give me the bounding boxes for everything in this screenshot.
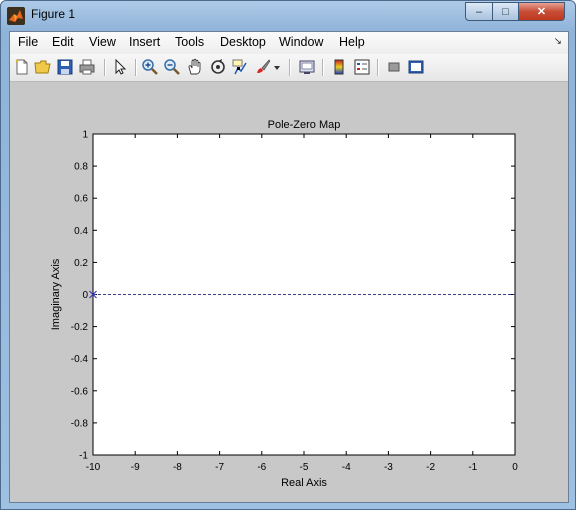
window-title: Figure 1 [31,7,76,21]
menu-tools[interactable]: Tools [175,35,204,49]
y-tick-label: -0.4 [71,354,89,365]
maximize-button[interactable]: □ [492,2,519,21]
y-tick-label: 0.6 [74,194,88,205]
x-tick-label: -9 [131,462,140,473]
insert-legend-icon[interactable] [353,58,371,76]
y-tick-label: 0.2 [74,258,88,269]
x-tick-label: -1 [468,462,477,473]
insert-colorbar-icon[interactable] [330,58,348,76]
x-tick-label: -7 [215,462,224,473]
toolbar-separator [104,59,106,76]
minimize-icon: – [475,5,483,18]
menu-bar: File Edit View Insert Tools Desktop Wind… [10,32,568,54]
open-file-icon[interactable] [34,58,52,76]
x-tick-label: -2 [426,462,435,473]
matlab-logo-icon [7,7,25,25]
brush-icon[interactable] [254,58,272,76]
toolbar-separator [135,59,137,76]
close-icon: ✕ [536,6,547,18]
menu-window[interactable]: Window [279,35,323,49]
x-tick-label: -3 [384,462,393,473]
rotate-3d-icon[interactable] [209,58,227,76]
toolbar-separator [289,59,291,76]
show-plot-tools-icon[interactable] [407,58,425,76]
y-axis-label: Imaginary Axis [50,258,62,330]
menu-view[interactable]: View [89,35,116,49]
y-tick-label: -0.6 [71,386,89,397]
y-tick-label: -0.2 [71,322,89,333]
y-tick-label: 1 [82,130,88,141]
pan-hand-icon[interactable] [186,58,204,76]
y-tick-label: -0.8 [71,418,89,429]
x-tick-label: 0 [512,462,518,473]
menu-file[interactable]: File [18,35,38,49]
minimize-button[interactable]: – [465,2,493,21]
y-tick-label: 0 [82,290,88,301]
new-figure-icon[interactable] [13,58,31,76]
x-tick-label: -10 [86,462,101,473]
x-tick-label: -5 [300,462,309,473]
menu-insert[interactable]: Insert [129,35,160,49]
y-tick-label: -1 [79,451,88,462]
close-button[interactable]: ✕ [518,2,565,21]
brush-dropdown-icon[interactable] [273,58,281,76]
pole-zero-chart[interactable]: Pole-Zero MapReal AxisImaginary Axis-10-… [10,82,568,502]
x-tick-label: -6 [257,462,266,473]
chart-title: Pole-Zero Map [268,119,341,131]
figure-window: Figure 1 – □ ✕ File Edit View Insert Too… [0,0,576,510]
pointer-icon[interactable] [111,58,129,76]
x-tick-label: -4 [342,462,351,473]
figure-client-area: File Edit View Insert Tools Desktop Wind… [9,31,569,503]
title-bar[interactable]: Figure 1 – □ ✕ [1,1,575,29]
toolbar-separator [377,59,379,76]
link-plot-icon[interactable] [298,58,316,76]
x-axis-label: Real Axis [281,477,327,489]
maximize-icon: □ [502,5,509,18]
x-tick-label: -8 [173,462,182,473]
menu-desktop[interactable]: Desktop [220,35,266,49]
zoom-out-icon[interactable] [163,58,181,76]
data-cursor-icon[interactable] [231,58,249,76]
y-tick-label: 0.8 [74,162,88,173]
figure-canvas: Pole-Zero Map Real Axis Imaginary Axis -10-… [10,82,568,502]
menu-help[interactable]: Help [339,35,365,49]
menu-overflow-icon[interactable]: ↘ [554,36,562,47]
save-icon[interactable] [56,58,74,76]
toolbar-separator [322,59,324,76]
hide-plot-tools-icon[interactable] [385,58,403,76]
y-tick-label: 0.4 [74,226,88,237]
zoom-in-icon[interactable] [141,58,159,76]
print-icon[interactable] [78,58,96,76]
menu-edit[interactable]: Edit [52,35,74,49]
figure-toolbar [10,54,568,82]
